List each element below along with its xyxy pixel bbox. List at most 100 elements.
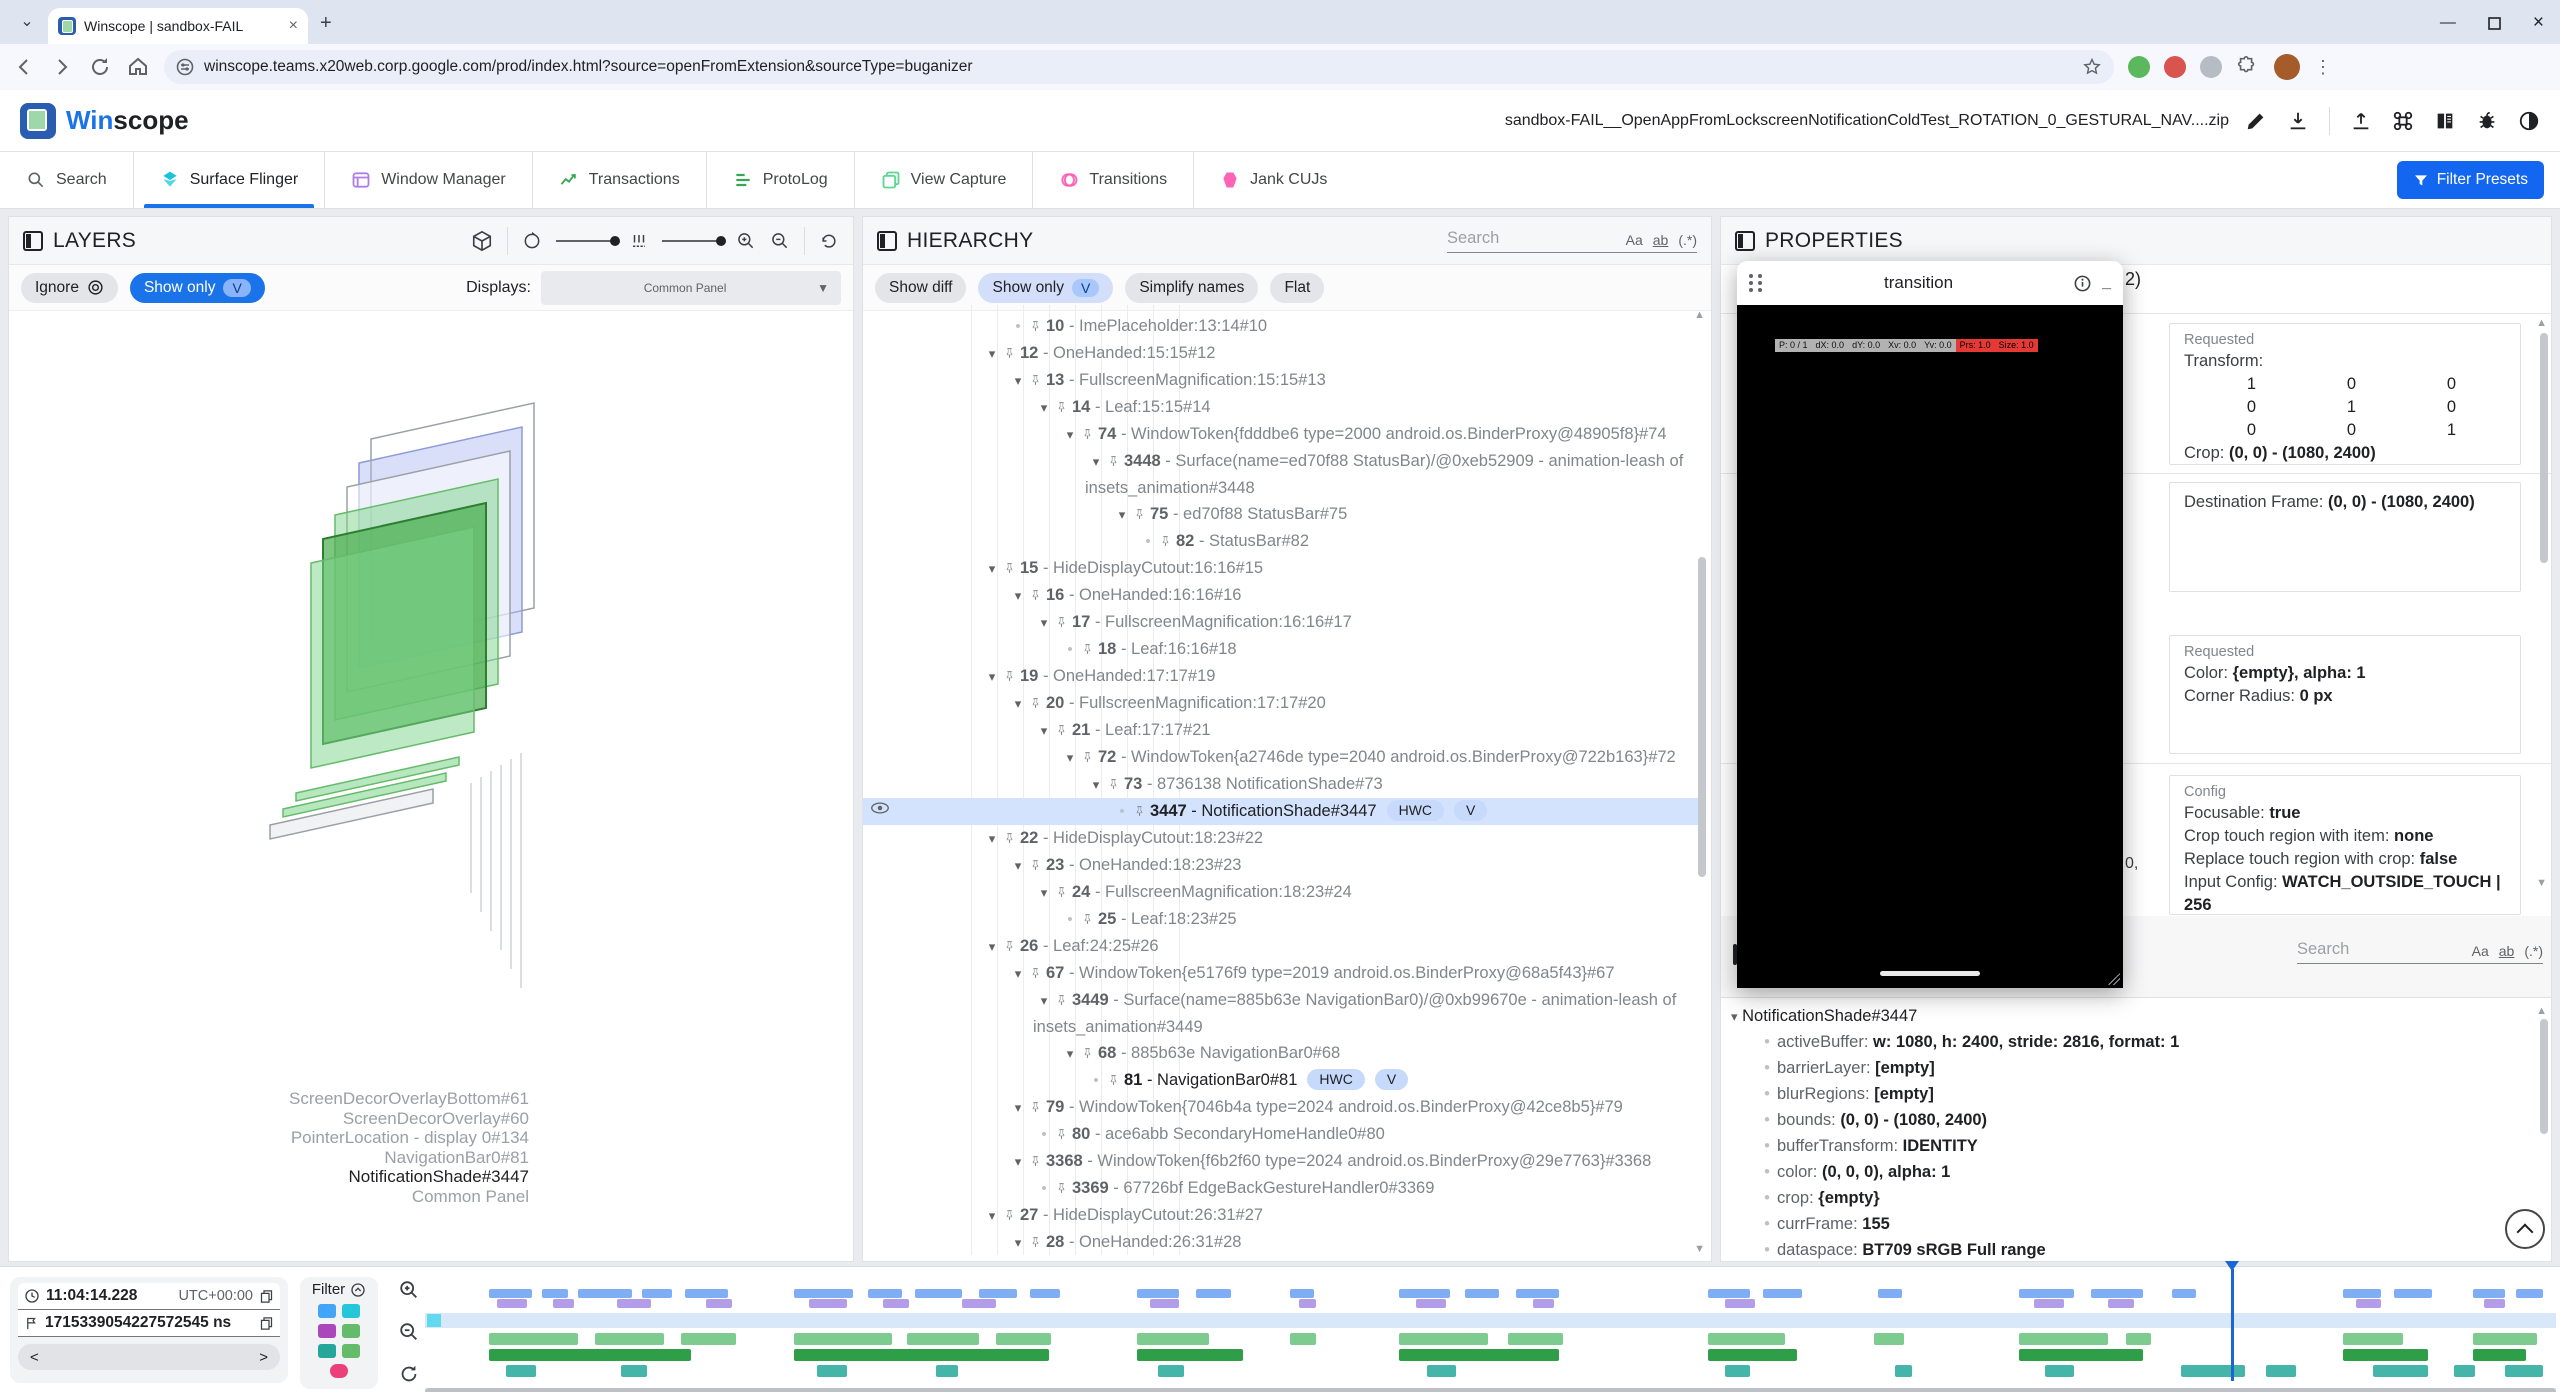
screen-recording-filter-icon[interactable] bbox=[318, 1304, 336, 1318]
flat-chip[interactable]: Flat bbox=[1270, 273, 1324, 303]
collapse-panel-icon[interactable] bbox=[23, 231, 43, 251]
trace-entry-bar[interactable] bbox=[1137, 1333, 1209, 1345]
window-manager-filter-icon[interactable] bbox=[318, 1324, 336, 1338]
expand-arrow-icon[interactable]: ▾ bbox=[981, 664, 1003, 690]
trace-entry-bar[interactable] bbox=[1874, 1333, 1904, 1345]
property-row[interactable]: •blurRegions: [empty] bbox=[1757, 1081, 2537, 1107]
extension-gray-icon[interactable] bbox=[2200, 56, 2222, 78]
tab-view-capture[interactable]: View Capture bbox=[855, 152, 1034, 208]
tab-search[interactable]: Search bbox=[0, 152, 134, 208]
trace-entry-bar[interactable] bbox=[1708, 1349, 1798, 1361]
trace-entry-bar[interactable] bbox=[1725, 1365, 1751, 1377]
trace-entry-bar[interactable] bbox=[2356, 1299, 2382, 1308]
expand-arrow-icon[interactable]: ▾ bbox=[981, 556, 1003, 582]
view-capture-filter-icon[interactable] bbox=[342, 1344, 360, 1358]
property-row[interactable]: •dataspace: BT709 sRGB Full range bbox=[1757, 1237, 2537, 1261]
timeline-cursor[interactable] bbox=[2231, 1269, 2234, 1381]
trace-entry-bar[interactable] bbox=[979, 1289, 1017, 1298]
trace-entry-bar[interactable] bbox=[2172, 1289, 2195, 1298]
tree-row[interactable]: ▾74 - WindowToken{fdddbe6 type=2000 andr… bbox=[863, 421, 1701, 448]
trace-entry-bar[interactable] bbox=[642, 1289, 672, 1298]
tree-row[interactable]: ▾73 - 8736138 NotificationShade#73 bbox=[863, 771, 1701, 798]
tree-row[interactable]: ▾29 - FullscreenMagnification:26:27#29 bbox=[863, 1256, 1701, 1261]
trace-entry-bar[interactable] bbox=[2034, 1299, 2064, 1308]
trace-entry-bar[interactable] bbox=[1290, 1289, 1313, 1298]
trace-entry-bar[interactable] bbox=[2108, 1299, 2134, 1308]
trace-entry-bar[interactable] bbox=[2019, 1289, 2074, 1298]
prev-frame-button[interactable]: < bbox=[30, 1349, 39, 1366]
browser-menu-kebab-icon[interactable]: ⋮ bbox=[2314, 57, 2333, 78]
tree-row[interactable]: •25 - Leaf:18:23#25 bbox=[863, 906, 1701, 933]
expand-arrow-icon[interactable]: ▾ bbox=[981, 934, 1003, 960]
tree-row[interactable]: ▾79 - WindowToken{7046b4a type=2024 andr… bbox=[863, 1094, 1701, 1121]
filter-presets-button[interactable]: Filter Presets bbox=[2397, 161, 2544, 199]
extension-adblock-icon[interactable] bbox=[2128, 56, 2150, 78]
timeline-zoom-out-icon[interactable] bbox=[398, 1321, 424, 1343]
trace-entry-bar[interactable] bbox=[915, 1289, 962, 1298]
close-window-icon[interactable]: × bbox=[2533, 12, 2544, 34]
expand-arrow-icon[interactable]: ▾ bbox=[1007, 691, 1029, 717]
trace-entry-bar[interactable] bbox=[1399, 1333, 1489, 1345]
trace-entry-bar[interactable] bbox=[489, 1289, 532, 1298]
trace-entry-bar[interactable] bbox=[1299, 1299, 1316, 1308]
bookmark-star-icon[interactable] bbox=[2082, 57, 2102, 77]
scroll-to-top-button[interactable] bbox=[2505, 1209, 2545, 1249]
trace-entry-bar[interactable] bbox=[1399, 1289, 1450, 1298]
hierarchy-scrollbar[interactable] bbox=[1698, 557, 1706, 877]
trace-entry-bar[interactable] bbox=[2181, 1365, 2245, 1377]
expand-arrow-icon[interactable]: ▾ bbox=[1033, 395, 1055, 421]
tab-window-manager[interactable]: Window Manager bbox=[325, 152, 533, 208]
tree-row[interactable]: ▾72 - WindowToken{a2746de type=2040 andr… bbox=[863, 744, 1701, 771]
trace-entry-bar[interactable] bbox=[1137, 1349, 1244, 1361]
tab-list-chevron-icon[interactable]: ⌄ bbox=[14, 10, 40, 36]
match-word-toggle[interactable]: ab bbox=[1653, 232, 1669, 248]
match-case-toggle[interactable]: Aa bbox=[2472, 943, 2489, 959]
property-row[interactable]: •activeBuffer: w: 1080, h: 2400, stride:… bbox=[1757, 1029, 2537, 1055]
property-row[interactable]: •bufferTransform: IDENTITY bbox=[1757, 1133, 2537, 1159]
extensions-puzzle-icon[interactable] bbox=[2236, 55, 2260, 79]
expand-arrow-icon[interactable]: ▾ bbox=[1007, 961, 1029, 987]
spacing-slider[interactable] bbox=[662, 240, 722, 242]
trace-entry-bar[interactable] bbox=[1708, 1333, 1785, 1345]
tree-row[interactable]: •18 - Leaf:16:16#18 bbox=[863, 636, 1701, 663]
profile-avatar[interactable] bbox=[2274, 54, 2300, 80]
trace-entry-bar[interactable] bbox=[962, 1299, 996, 1308]
trace-entry-bar[interactable] bbox=[2343, 1289, 2381, 1298]
trace-entry-bar[interactable] bbox=[506, 1365, 536, 1377]
rotation-slider[interactable] bbox=[556, 240, 616, 242]
show-only-visible-chip[interactable]: Show onlyV bbox=[978, 273, 1113, 303]
tab-transitions[interactable]: Transitions bbox=[1033, 152, 1194, 208]
expand-arrow-icon[interactable]: ▾ bbox=[981, 826, 1003, 852]
trace-entry-bar[interactable] bbox=[621, 1365, 647, 1377]
match-word-toggle[interactable]: ab bbox=[2499, 943, 2515, 959]
trace-entry-bar[interactable] bbox=[1416, 1299, 1446, 1308]
tree-row[interactable]: ▾28 - OneHanded:26:31#28 bbox=[863, 1229, 1701, 1256]
simplify-names-chip[interactable]: Simplify names bbox=[1125, 273, 1258, 303]
trace-entry-bar[interactable] bbox=[1290, 1333, 1316, 1345]
property-row[interactable]: •currFrame: 155 bbox=[1757, 1211, 2537, 1237]
expand-arrow-icon[interactable]: ▾ bbox=[1007, 583, 1029, 609]
expand-arrow-icon[interactable]: ▾ bbox=[1059, 745, 1081, 771]
match-case-toggle[interactable]: Aa bbox=[1626, 232, 1643, 248]
forward-icon[interactable] bbox=[50, 55, 74, 79]
trace-entry-bar[interactable] bbox=[1196, 1289, 1230, 1298]
trace-entry-bar[interactable] bbox=[1895, 1365, 1912, 1377]
zoom-in-icon[interactable] bbox=[736, 231, 756, 251]
tab-surface-flinger[interactable]: Surface Flinger bbox=[134, 152, 326, 208]
trace-entry-bar[interactable] bbox=[1516, 1289, 1559, 1298]
properties-search-input[interactable]: Search Aa ab (.*) bbox=[2297, 940, 2543, 964]
expand-arrow-icon[interactable]: ▾ bbox=[1007, 853, 1029, 879]
trace-entry-bar[interactable] bbox=[489, 1333, 579, 1345]
trace-entry-bar[interactable] bbox=[1030, 1289, 1060, 1298]
property-row[interactable]: •color: (0, 0, 0), alpha: 1 bbox=[1757, 1159, 2537, 1185]
trace-entry-bar[interactable] bbox=[1150, 1299, 1180, 1308]
properties-root-row[interactable]: ▾ NotificationShade#3447 bbox=[1731, 1003, 2537, 1029]
timeline-reset-zoom-icon[interactable] bbox=[398, 1363, 424, 1385]
trace-entry-bar[interactable] bbox=[868, 1289, 902, 1298]
back-icon[interactable] bbox=[12, 55, 36, 79]
trace-entry-bar[interactable] bbox=[936, 1365, 957, 1377]
copy-icon[interactable] bbox=[259, 1316, 274, 1331]
expand-arrow-icon[interactable]: ▾ bbox=[1085, 449, 1107, 475]
collapse-panel-icon[interactable] bbox=[1735, 231, 1755, 251]
properties-tree-scrollbar[interactable] bbox=[2540, 1019, 2548, 1134]
